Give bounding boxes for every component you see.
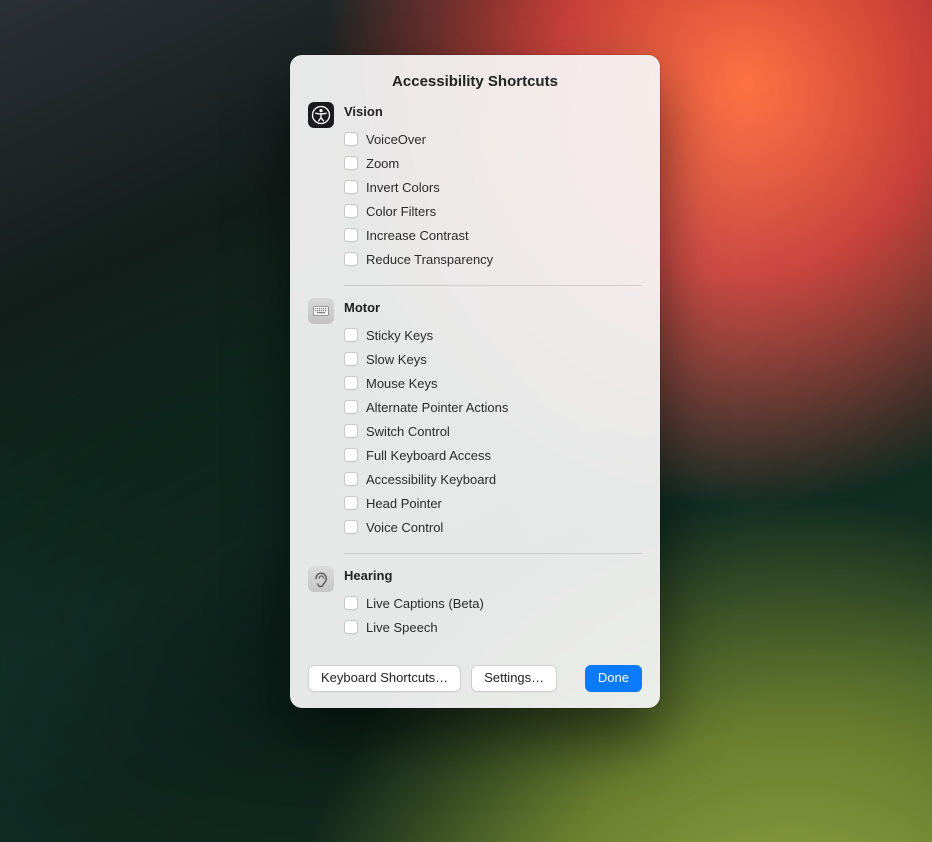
item-invert-colors[interactable]: Invert Colors xyxy=(344,175,642,199)
section-heading: Hearing xyxy=(344,568,642,583)
accessibility-icon xyxy=(308,102,334,128)
done-button[interactable]: Done xyxy=(585,665,642,692)
checkbox[interactable] xyxy=(344,180,358,194)
item-switch-control[interactable]: Switch Control xyxy=(344,419,642,443)
checkbox[interactable] xyxy=(344,448,358,462)
item-label: Sticky Keys xyxy=(366,328,433,343)
item-head-pointer[interactable]: Head Pointer xyxy=(344,491,642,515)
item-alternate-pointer-actions[interactable]: Alternate Pointer Actions xyxy=(344,395,642,419)
item-label: Voice Control xyxy=(366,520,443,535)
section-heading: Motor xyxy=(344,300,642,315)
accessibility-shortcuts-panel: Accessibility Shortcuts Vision VoiceOver… xyxy=(290,55,660,708)
item-label: Live Captions (Beta) xyxy=(366,596,484,611)
checkbox[interactable] xyxy=(344,424,358,438)
checkbox[interactable] xyxy=(344,376,358,390)
item-label: Mouse Keys xyxy=(366,376,438,391)
settings-button[interactable]: Settings… xyxy=(471,665,557,692)
panel-title: Accessibility Shortcuts xyxy=(308,73,642,90)
item-label: Zoom xyxy=(366,156,399,171)
item-label: Reduce Transparency xyxy=(366,252,493,267)
item-zoom[interactable]: Zoom xyxy=(344,151,642,175)
section-hearing: Hearing Live Captions (Beta) Live Speech xyxy=(308,568,642,647)
section-divider xyxy=(344,285,642,286)
item-reduce-transparency[interactable]: Reduce Transparency xyxy=(344,247,642,271)
checkbox[interactable] xyxy=(344,400,358,414)
item-label: Alternate Pointer Actions xyxy=(366,400,508,415)
checkbox[interactable] xyxy=(344,328,358,342)
keyboard-icon xyxy=(308,298,334,324)
item-label: Full Keyboard Access xyxy=(366,448,491,463)
item-sticky-keys[interactable]: Sticky Keys xyxy=(344,323,642,347)
checkbox[interactable] xyxy=(344,252,358,266)
keyboard-shortcuts-button[interactable]: Keyboard Shortcuts… xyxy=(308,665,461,692)
item-label: Switch Control xyxy=(366,424,450,439)
item-full-keyboard-access[interactable]: Full Keyboard Access xyxy=(344,443,642,467)
item-label: Live Speech xyxy=(366,620,438,635)
section-vision: Vision VoiceOver Zoom Invert Colors Colo… xyxy=(308,104,642,279)
item-label: Increase Contrast xyxy=(366,228,469,243)
item-label: Accessibility Keyboard xyxy=(366,472,496,487)
item-label: Head Pointer xyxy=(366,496,442,511)
item-voice-control[interactable]: Voice Control xyxy=(344,515,642,539)
checkbox[interactable] xyxy=(344,620,358,634)
checkbox[interactable] xyxy=(344,596,358,610)
panel-footer: Keyboard Shortcuts… Settings… Done xyxy=(308,665,642,692)
checkbox[interactable] xyxy=(344,132,358,146)
item-label: Color Filters xyxy=(366,204,436,219)
item-live-speech[interactable]: Live Speech xyxy=(344,615,642,639)
item-mouse-keys[interactable]: Mouse Keys xyxy=(344,371,642,395)
item-live-captions[interactable]: Live Captions (Beta) xyxy=(344,591,642,615)
item-color-filters[interactable]: Color Filters xyxy=(344,199,642,223)
checkbox[interactable] xyxy=(344,204,358,218)
checkbox[interactable] xyxy=(344,520,358,534)
item-slow-keys[interactable]: Slow Keys xyxy=(344,347,642,371)
checkbox[interactable] xyxy=(344,228,358,242)
item-label: Invert Colors xyxy=(366,180,440,195)
item-increase-contrast[interactable]: Increase Contrast xyxy=(344,223,642,247)
checkbox[interactable] xyxy=(344,496,358,510)
item-label: Slow Keys xyxy=(366,352,427,367)
section-motor: Motor Sticky Keys Slow Keys Mouse Keys A… xyxy=(308,300,642,547)
item-label: VoiceOver xyxy=(366,132,426,147)
checkbox[interactable] xyxy=(344,352,358,366)
checkbox[interactable] xyxy=(344,472,358,486)
checkbox[interactable] xyxy=(344,156,358,170)
section-heading: Vision xyxy=(344,104,642,119)
ear-icon xyxy=(308,566,334,592)
item-voiceover[interactable]: VoiceOver xyxy=(344,127,642,151)
item-accessibility-keyboard[interactable]: Accessibility Keyboard xyxy=(344,467,642,491)
section-divider xyxy=(344,553,642,554)
